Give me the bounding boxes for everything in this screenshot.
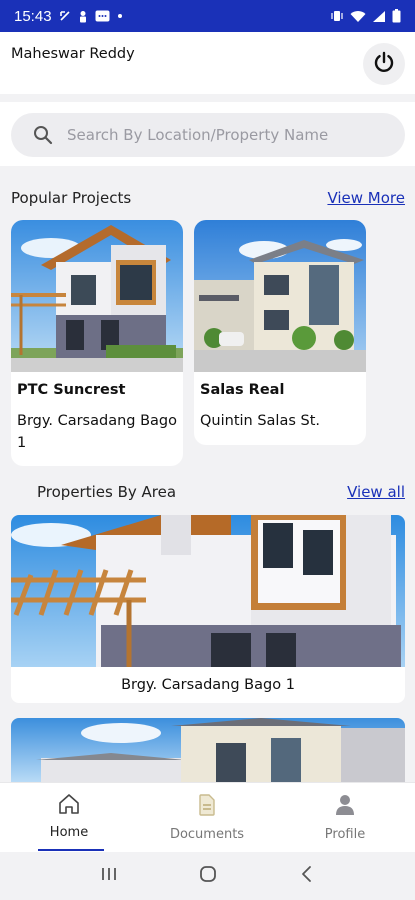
search-section — [0, 102, 415, 166]
project-card[interactable]: Salas Real Quintin Salas St. — [194, 220, 366, 445]
area-card[interactable]: Brgy. Carsadang Bago 1 — [11, 515, 405, 703]
search-icon — [33, 125, 53, 145]
project-name: PTC Suncrest — [17, 382, 126, 398]
properties-by-area-title: Properties By Area — [37, 483, 177, 501]
dot-icon — [117, 13, 123, 19]
status-right — [330, 9, 401, 23]
logout-button[interactable] — [363, 43, 405, 85]
status-bar: 15:43 — [0, 0, 415, 32]
popular-projects-title: Popular Projects — [11, 189, 132, 207]
status-time: 15:43 — [14, 7, 52, 25]
area-image — [11, 718, 405, 782]
active-tab-indicator — [38, 849, 104, 851]
recent-apps-icon[interactable] — [100, 865, 118, 887]
nav-documents-label: Documents — [169, 827, 245, 842]
view-more-link[interactable]: View More — [327, 189, 405, 207]
nav-home[interactable]: Home — [0, 783, 138, 853]
bottom-nav: Home Documents Profile — [0, 782, 415, 852]
area-image — [11, 515, 405, 667]
cell-signal-icon — [372, 10, 386, 23]
project-image — [11, 220, 183, 372]
search-bar[interactable] — [11, 113, 405, 157]
user-name: Maheswar Reddy — [11, 46, 135, 62]
project-name: Salas Real — [200, 382, 285, 398]
area-label: Brgy. Carsadang Bago 1 — [121, 677, 295, 693]
nav-profile-label: Profile — [324, 827, 366, 842]
system-nav-bar — [0, 852, 415, 900]
view-all-link[interactable]: View all — [347, 483, 405, 501]
project-location: Quintin Salas St. — [200, 413, 321, 429]
nav-documents[interactable]: Documents — [138, 783, 276, 853]
home-icon — [57, 793, 81, 819]
search-input[interactable] — [67, 126, 367, 144]
power-icon — [372, 50, 396, 78]
nav-profile[interactable]: Profile — [276, 783, 414, 853]
message-icon — [95, 10, 110, 22]
project-image — [194, 220, 366, 372]
signal-mute-icon — [59, 10, 71, 22]
person-icon — [334, 793, 356, 821]
battery-icon — [392, 9, 401, 23]
notification-icon — [78, 10, 88, 23]
vibrate-icon — [330, 9, 344, 23]
home-button-icon[interactable] — [198, 864, 218, 888]
app-header: Maheswar Reddy — [0, 32, 415, 94]
document-icon — [196, 793, 218, 821]
wifi-icon — [350, 10, 366, 23]
project-card[interactable]: PTC Suncrest Brgy. Carsadang Bago 1 — [11, 220, 183, 466]
project-location: Brgy. Carsadang Bago 1 — [17, 413, 178, 451]
status-left: 15:43 — [14, 8, 123, 25]
area-card[interactable] — [11, 718, 405, 782]
back-icon[interactable] — [299, 865, 315, 887]
nav-home-label: Home — [49, 825, 89, 840]
